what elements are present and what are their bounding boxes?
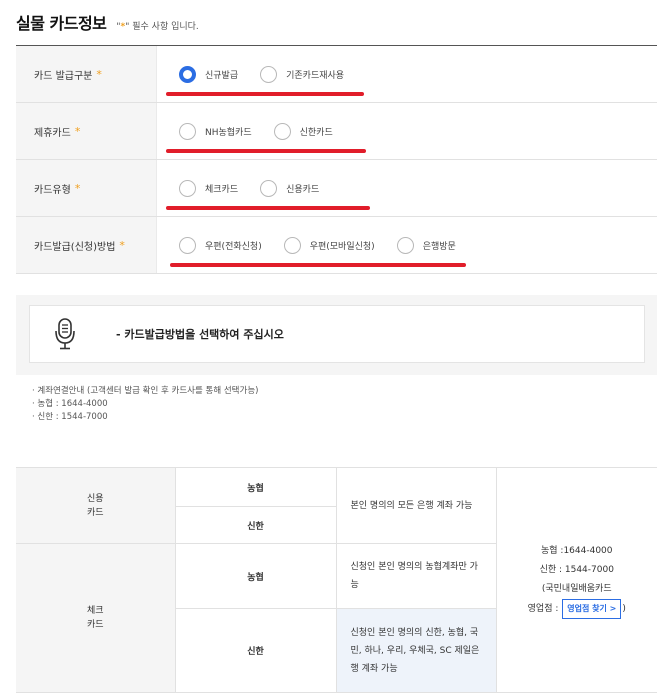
card-info-form: 카드 발급구분 * 신규발급 기존카드재사용 제휴카드 * NH농협카드 신한카드 … [16,46,657,274]
bank-nh: 농협 [174,543,337,609]
card-account-table: 신용 카드 농협 본인 명의의 모든 은행 계좌 가능 농협 :1644-4000… [16,467,657,693]
bank-shinhan: 신한 [174,608,337,693]
info-line: · 신한 : 1544-7000 [32,412,108,422]
notice-inner: - 카드발급방법을 선택하여 주십시오 [29,305,645,363]
radio-bank-visit[interactable]: 은행방문 [396,236,456,254]
row-label: 카드 발급구분 * [16,46,157,102]
check-card-group: 체크 카드 [16,543,176,693]
red-underline [166,206,370,210]
find-branch-button[interactable]: 영업점 찾기 > [562,598,622,619]
section-header: 실물 카드정보 "*" 필수 사항 입니다. [16,10,199,38]
required-note: "*" 필수 사항 입니다. [116,22,199,32]
row-partner-card: 제휴카드 * NH농협카드 신한카드 [16,103,657,160]
row-issue-type: 카드 발급구분 * 신규발급 기존카드재사용 [16,46,657,103]
red-underline [170,263,466,267]
row-card-type: 카드유형 * 체크카드 신용카드 [16,160,657,217]
radio-button[interactable] [179,179,196,197]
credit-desc: 본인 명의의 모든 은행 계좌 가능 [335,467,497,544]
check-nh-desc: 신청인 본인 명의의 농협계좌만 가능 [335,543,497,609]
radio-button[interactable] [260,65,278,83]
radio-mail-phone[interactable]: 우편(전화신청) [179,236,262,254]
red-underline [166,149,366,153]
radio-shinhan-card[interactable]: 신한카드 [273,122,333,140]
contact-cell: 농협 :1644-4000 신한 : 1544-7000 (국민내일배움카드 영… [495,467,657,693]
radio-nh-card[interactable]: NH농협카드 [179,122,252,140]
radio-mail-mobile[interactable]: 우편(모바일신청) [283,236,375,254]
radio-button-checked[interactable] [179,65,196,83]
row-issue-method: 카드발급(신청)방법 * 우편(전화신청) 우편(모바일신청) 은행방문 [16,217,657,274]
credit-card-group: 신용 카드 [16,467,176,544]
bank-nh: 농협 [174,467,337,507]
bank-shinhan: 신한 [174,506,337,544]
red-underline [166,92,364,96]
notice-box: - 카드발급방법을 선택하여 주십시오 [16,295,657,375]
radio-credit-card[interactable]: 신용카드 [260,179,319,197]
row-label: 제휴카드 * [16,103,157,159]
radio-new-issue[interactable]: 신규발급 [179,65,238,83]
row-label: 카드발급(신청)방법 * [16,217,157,273]
radio-button[interactable] [396,236,414,254]
radio-check-card[interactable]: 체크카드 [179,179,238,197]
radio-reuse-card[interactable]: 기존카드재사용 [260,65,344,83]
radio-button[interactable] [260,179,278,197]
info-line: · 계좌연결안내 (고객센터 발급 확인 후 카드사를 통해 선택가능) [32,386,259,396]
page-title: 실물 카드정보 [16,14,107,33]
notice-message: - 카드발급방법을 선택하여 주십시오 [116,328,284,341]
info-line: · 농협 : 1644-4000 [32,399,108,409]
radio-button[interactable] [179,122,196,140]
row-label: 카드유형 * [16,160,157,216]
check-shinhan-desc: 신청인 본인 명의의 신한, 농협, 국민, 하나, 우리, 우체국, SC 제… [335,608,497,693]
microphone-icon [54,318,76,350]
radio-button[interactable] [283,236,301,254]
radio-button[interactable] [179,236,196,254]
radio-button[interactable] [273,122,291,140]
account-info: · 계좌연결안내 (고객센터 발급 확인 후 카드사를 통해 선택가능) · 농… [32,385,258,424]
